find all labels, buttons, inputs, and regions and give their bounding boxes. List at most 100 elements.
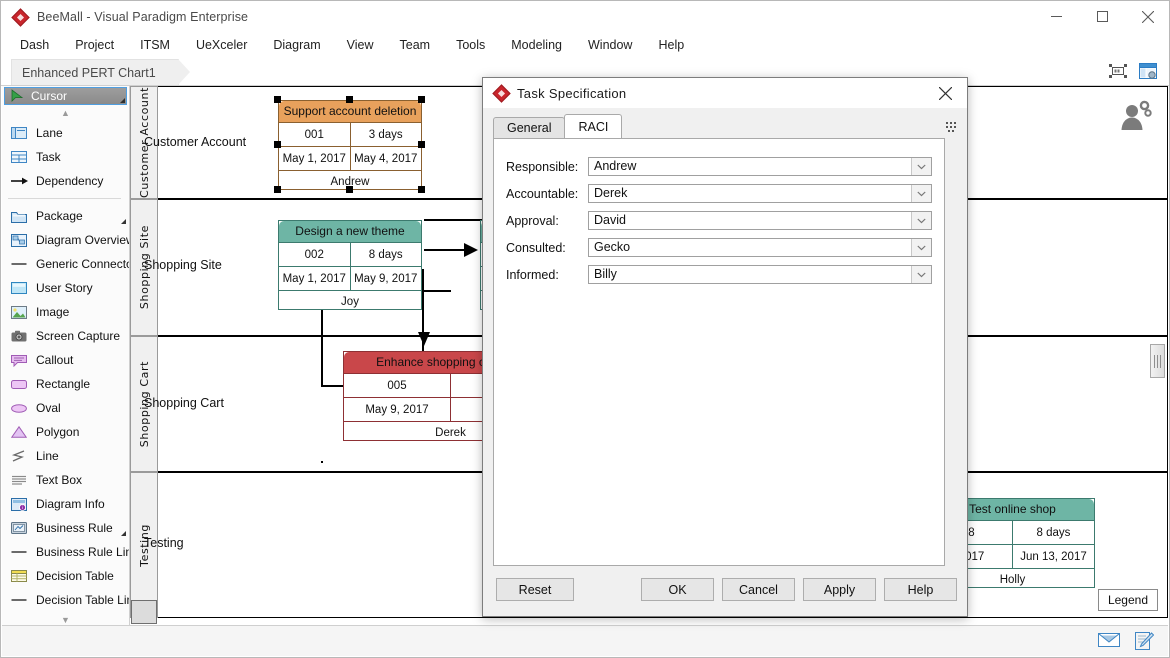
- palette-item-lane[interactable]: Lane: [2, 121, 129, 145]
- tab-strip-icons: [1107, 60, 1159, 81]
- dialog-close-button[interactable]: [923, 78, 967, 108]
- dialog-app-icon: [493, 85, 509, 101]
- menu-item-diagram[interactable]: Diagram: [260, 34, 333, 56]
- palette-item-label: Polygon: [36, 425, 79, 439]
- palette-item-dependency[interactable]: Dependency: [2, 169, 129, 193]
- palette-item-text-box[interactable]: Text Box: [2, 468, 129, 492]
- menu-item-uexceler[interactable]: UeXceler: [183, 34, 260, 56]
- menu-item-view[interactable]: View: [334, 34, 387, 56]
- palette-item-cursor[interactable]: Cursor: [4, 87, 127, 105]
- business-rule-icon: [10, 520, 28, 536]
- palette-item-label: Business Rule Link: [36, 545, 130, 559]
- palette-item-diagram-overview[interactable]: Diagram Overview: [2, 228, 129, 252]
- palette-item-callout[interactable]: Callout: [2, 348, 129, 372]
- selection-handle[interactable]: [418, 186, 425, 193]
- chevron-down-icon[interactable]: [911, 158, 931, 175]
- field-row-approval: Approval: David: [506, 209, 932, 232]
- chevron-down-icon[interactable]: [911, 212, 931, 229]
- package-submenu-indicator[interactable]: [121, 219, 126, 224]
- raci-fields: Responsible: Andrew Accountable: Derek: [494, 139, 944, 286]
- business-rule-submenu-indicator[interactable]: [121, 531, 126, 536]
- selection-handle[interactable]: [346, 96, 353, 103]
- pert-node-design-a-new-theme[interactable]: Design a new theme 002 8 days May 1, 201…: [278, 220, 422, 310]
- selection-handle[interactable]: [418, 96, 425, 103]
- cancel-button[interactable]: Cancel: [722, 578, 795, 601]
- diagram-toolbar-palette: Cursor ▲ Lane Task Dependency Package: [2, 86, 130, 627]
- palette-item-label: Business Rule: [36, 521, 113, 535]
- chevron-down-icon[interactable]: [911, 239, 931, 256]
- document-tab[interactable]: Enhanced PERT Chart1: [11, 59, 179, 85]
- selection-handle[interactable]: [274, 96, 281, 103]
- palette-collapse-box[interactable]: [131, 600, 157, 624]
- close-button[interactable]: [1125, 1, 1170, 32]
- responsible-combobox[interactable]: Andrew: [588, 157, 932, 176]
- legend-box[interactable]: Legend: [1098, 589, 1158, 611]
- palette-item-business-rule[interactable]: Business Rule: [2, 516, 129, 540]
- tab-general[interactable]: General: [493, 117, 565, 138]
- package-folder-icon: [10, 208, 28, 224]
- palette-item-image[interactable]: Image: [2, 300, 129, 324]
- polygon-icon: [10, 424, 28, 440]
- lane-title-testing: Testing: [144, 536, 184, 550]
- menu-item-project[interactable]: Project: [62, 34, 127, 56]
- selection-handle[interactable]: [346, 186, 353, 193]
- selection-handle[interactable]: [418, 141, 425, 148]
- palette-item-generic-connector[interactable]: Generic Connector: [2, 252, 129, 276]
- chevron-down-icon[interactable]: [911, 266, 931, 283]
- maximize-button[interactable]: [1079, 1, 1125, 32]
- palette-item-label: Generic Connector: [36, 257, 130, 271]
- palette-item-user-story[interactable]: User Story: [2, 276, 129, 300]
- user-settings-icon[interactable]: [1118, 100, 1152, 134]
- palette-item-business-rule-link[interactable]: Business Rule Link: [2, 540, 129, 564]
- palette-item-polygon[interactable]: Polygon: [2, 420, 129, 444]
- palette-scroll-up-icon[interactable]: ▲: [2, 105, 129, 121]
- apply-button[interactable]: Apply: [803, 578, 876, 601]
- palette-item-task[interactable]: Task: [2, 145, 129, 169]
- lane-title-shopping-site: Shopping Site: [144, 258, 222, 272]
- palette-item-decision-table-link[interactable]: Decision Table Link: [2, 588, 129, 612]
- informed-combobox[interactable]: Billy: [588, 265, 932, 284]
- window-title: BeeMall - Visual Paradigm Enterprise: [37, 10, 248, 24]
- pert-node-id: 001: [279, 123, 351, 146]
- raci-tab-panel: Responsible: Andrew Accountable: Derek: [493, 138, 945, 566]
- palette-item-rectangle[interactable]: Rectangle: [2, 372, 129, 396]
- menu-item-modeling[interactable]: Modeling: [498, 34, 575, 56]
- menu-item-itsm[interactable]: ITSM: [127, 34, 183, 56]
- cursor-submenu-indicator[interactable]: [120, 98, 125, 103]
- pert-node-id: 005: [344, 374, 451, 397]
- lane-icon: [10, 125, 28, 141]
- palette-item-oval[interactable]: Oval: [2, 396, 129, 420]
- pert-node-end-date: May 4, 2017: [351, 147, 422, 170]
- palette-item-decision-table[interactable]: Decision Table: [2, 564, 129, 588]
- fit-diagram-icon[interactable]: [1107, 60, 1129, 81]
- help-button[interactable]: Help: [884, 578, 957, 601]
- selection-handle[interactable]: [274, 186, 281, 193]
- menu-item-help[interactable]: Help: [645, 34, 697, 56]
- pert-node-support-account-deletion[interactable]: Support account deletion 001 3 days May …: [278, 100, 422, 190]
- reset-button[interactable]: Reset: [496, 578, 574, 601]
- mail-icon[interactable]: [1098, 631, 1120, 656]
- menu-item-dash[interactable]: Dash: [7, 34, 62, 56]
- palette-item-line[interactable]: Line: [2, 444, 129, 468]
- palette-item-package[interactable]: Package: [2, 204, 129, 228]
- consulted-combobox[interactable]: Gecko: [588, 238, 932, 257]
- accountable-combobox[interactable]: Derek: [588, 184, 932, 203]
- palette-item-diagram-info[interactable]: i Diagram Info: [2, 492, 129, 516]
- canvas-vertical-scrollbar-thumb[interactable]: [1150, 344, 1165, 378]
- tab-overflow-icon[interactable]: [945, 120, 957, 132]
- tab-raci[interactable]: RACI: [564, 114, 622, 138]
- palette-item-label: Rectangle: [36, 377, 90, 391]
- note-edit-icon[interactable]: [1134, 631, 1154, 656]
- ok-button[interactable]: OK: [641, 578, 714, 601]
- application-window: BeeMall - Visual Paradigm Enterprise Das…: [0, 0, 1170, 658]
- selection-handle[interactable]: [274, 141, 281, 148]
- task-specification-dialog: Task Specification General RACI: [482, 77, 968, 617]
- minimize-button[interactable]: [1033, 1, 1079, 32]
- chevron-down-icon[interactable]: [911, 185, 931, 202]
- menu-item-tools[interactable]: Tools: [443, 34, 498, 56]
- menu-item-team[interactable]: Team: [387, 34, 444, 56]
- palette-item-screen-capture[interactable]: Screen Capture: [2, 324, 129, 348]
- menu-item-window[interactable]: Window: [575, 34, 645, 56]
- approval-combobox[interactable]: David: [588, 211, 932, 230]
- panes-icon[interactable]: [1137, 60, 1159, 81]
